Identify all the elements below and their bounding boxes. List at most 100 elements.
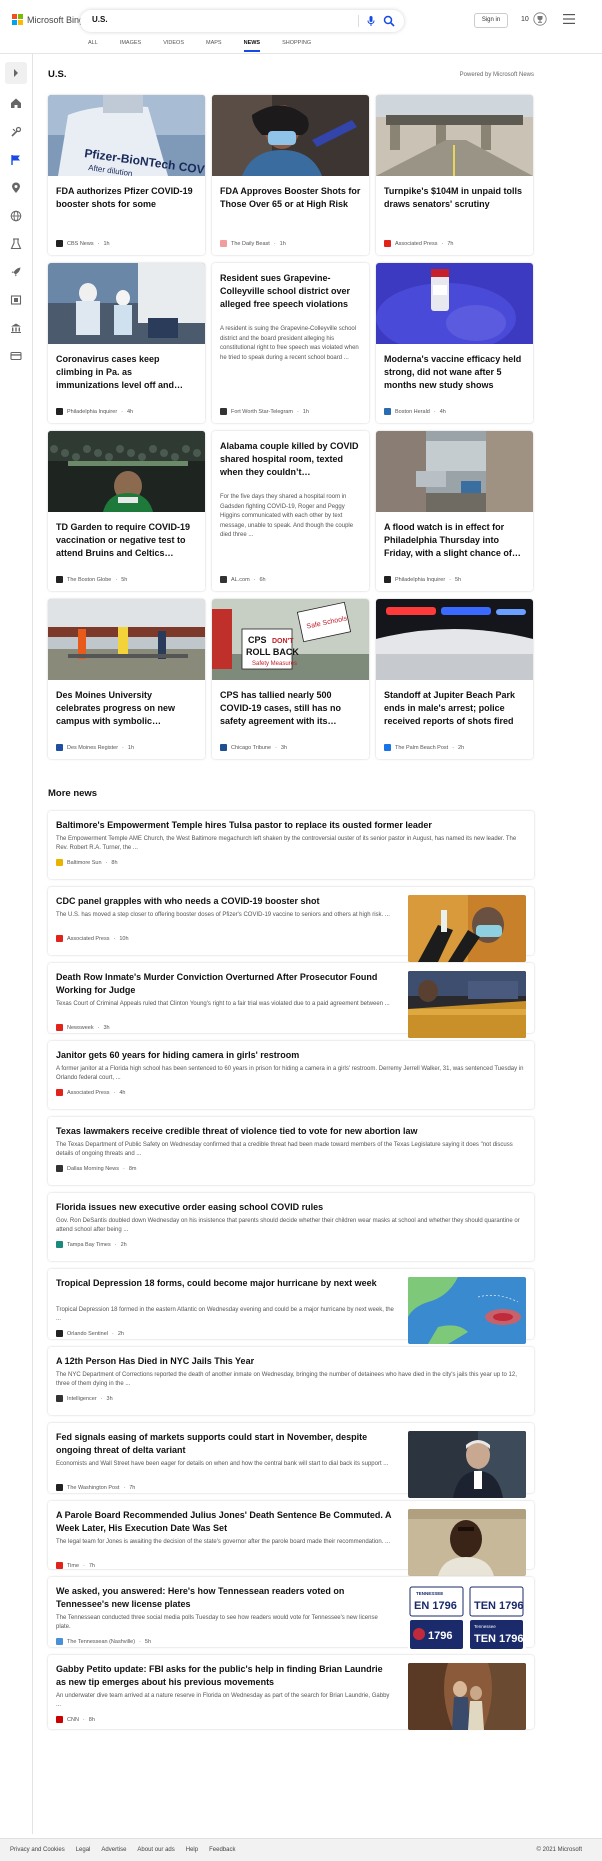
news-list-item[interactable]: Death Row Inmate's Murder Conviction Ove… <box>48 963 534 1038</box>
news-list-item-source[interactable]: CNN · 8h <box>56 1716 95 1723</box>
news-list-item-thumbnail[interactable] <box>408 971 526 1038</box>
news-card-image[interactable] <box>376 599 533 680</box>
tab-news[interactable]: NEWS <box>243 40 261 52</box>
news-card-source[interactable]: Philadelphia Inquirer · 4h <box>56 408 133 415</box>
mic-icon[interactable] <box>365 15 377 27</box>
news-card-source[interactable]: The Palm Beach Post · 2h <box>384 744 464 751</box>
news-card[interactable]: Standoff at Jupiter Beach Park ends in m… <box>376 599 533 759</box>
news-card-title[interactable]: FDA authorizes Pfizer COVID-19 booster s… <box>56 185 197 211</box>
news-list-item-source[interactable]: Tampa Bay Times · 2h <box>56 1241 127 1248</box>
news-card[interactable]: A flood watch is in effect for Philadelp… <box>376 431 533 591</box>
footer-link-legal[interactable]: Legal <box>76 1847 91 1853</box>
news-card-title[interactable]: Standoff at Jupiter Beach Park ends in m… <box>384 689 525 728</box>
news-list-item[interactable]: CDC panel grapples with who needs a COVI… <box>48 887 534 962</box>
news-card[interactable]: TD Garden to require COVID-19 vaccinatio… <box>48 431 205 591</box>
news-card-title[interactable]: Alabama couple killed by COVID shared ho… <box>220 440 361 479</box>
news-card-image[interactable] <box>48 599 205 680</box>
bank-icon[interactable] <box>10 322 22 334</box>
flag-icon[interactable] <box>10 154 22 166</box>
news-card[interactable]: Resident sues Grapevine-Colleyville scho… <box>212 263 369 423</box>
news-list-item[interactable]: Fed signals easing of markets supports c… <box>48 1423 534 1498</box>
news-list-item-title[interactable]: Baltimore's Empowerment Temple hires Tul… <box>56 819 526 832</box>
news-list-item[interactable]: Gabby Petito update: FBI asks for the pu… <box>48 1655 534 1730</box>
news-list-item-title[interactable]: Gabby Petito update: FBI asks for the pu… <box>56 1663 394 1689</box>
bing-logo[interactable]: Microsoft Bing <box>12 14 84 25</box>
news-card-source[interactable]: Fort Worth Star-Telegram · 1h <box>220 408 309 415</box>
news-list-item-title[interactable]: Tropical Depression 18 forms, could beco… <box>56 1277 394 1290</box>
news-card-title[interactable]: CPS has tallied nearly 500 COVID-19 case… <box>220 689 361 728</box>
news-card-source[interactable]: Des Moines Register · 1h <box>56 744 134 751</box>
location-icon[interactable] <box>10 182 22 194</box>
news-card[interactable]: Alabama couple killed by COVID shared ho… <box>212 431 369 591</box>
news-list-item-thumbnail[interactable] <box>408 1277 526 1344</box>
science-icon[interactable] <box>10 238 22 250</box>
tools-icon[interactable] <box>10 126 22 138</box>
news-card-image[interactable] <box>48 263 205 344</box>
news-list-item-source[interactable]: Associated Press · 10h <box>56 935 129 942</box>
card-icon[interactable] <box>10 350 22 362</box>
tab-videos[interactable]: VIDEOS <box>163 40 184 52</box>
news-list-item[interactable]: A Parole Board Recommended Julius Jones'… <box>48 1501 534 1576</box>
news-card-image[interactable] <box>212 95 369 176</box>
news-list-item-title[interactable]: Florida issues new executive order easin… <box>56 1201 526 1214</box>
news-card[interactable]: Moderna's vaccine efficacy held strong, … <box>376 263 533 423</box>
news-card-title[interactable]: Coronavirus cases keep climbing in Pa. a… <box>56 353 197 392</box>
news-card-title[interactable]: Moderna's vaccine efficacy held strong, … <box>384 353 525 392</box>
footer-link-advertise[interactable]: Advertise <box>101 1847 126 1853</box>
search-icon[interactable] <box>383 15 395 27</box>
news-list-item-source[interactable]: The Tennessean (Nashville) · 5h <box>56 1638 151 1645</box>
news-list-item-thumbnail[interactable]: TENNESSEE EN 1796 TEN 1796 1796 Tennesse… <box>408 1585 526 1652</box>
news-list-item[interactable]: Tropical Depression 18 forms, could beco… <box>48 1269 534 1344</box>
news-list-item-title[interactable]: A 12th Person Has Died in NYC Jails This… <box>56 1355 526 1368</box>
news-card-image[interactable]: Pfizer-BioNTech COV After dilution <box>48 95 205 176</box>
news-list-item-source[interactable]: Newsweek · 3h <box>56 1024 110 1031</box>
footer-link-about-our-ads[interactable]: About our ads <box>137 1847 174 1853</box>
news-list-item[interactable]: A 12th Person Has Died in NYC Jails This… <box>48 1347 534 1415</box>
news-card-image[interactable]: CPS DON'T ROLL BACK Safety Measures Safe… <box>212 599 369 680</box>
news-list-item-thumbnail[interactable] <box>408 895 526 962</box>
tab-shopping[interactable]: SHOPPING <box>282 40 311 52</box>
footer-link-help[interactable]: Help <box>186 1847 198 1853</box>
news-list-item-thumbnail[interactable] <box>408 1663 526 1730</box>
news-list-item-thumbnail[interactable] <box>408 1509 526 1576</box>
footer-link-privacy-and-cookies[interactable]: Privacy and Cookies <box>10 1847 65 1853</box>
news-card-source[interactable]: Chicago Tribune · 3h <box>220 744 287 751</box>
news-list-item-thumbnail[interactable] <box>408 1431 526 1498</box>
news-list-item[interactable]: Baltimore's Empowerment Temple hires Tul… <box>48 811 534 879</box>
home-icon[interactable] <box>10 97 22 109</box>
search-input[interactable] <box>92 15 292 24</box>
news-card-source[interactable]: Associated Press · 7h <box>384 240 453 247</box>
news-card-title[interactable]: TD Garden to require COVID-19 vaccinatio… <box>56 521 197 560</box>
search-box[interactable] <box>80 10 404 32</box>
news-list-item-title[interactable]: Death Row Inmate's Murder Conviction Ove… <box>56 971 394 997</box>
news-list-item[interactable]: Janitor gets 60 years for hiding camera … <box>48 1041 534 1109</box>
sidebar-toggle-button[interactable] <box>5 62 27 84</box>
news-list-item[interactable]: We asked, you answered: Here's how Tenne… <box>48 1577 534 1652</box>
news-card[interactable]: Turnpike's $104M in unpaid tolls draws s… <box>376 95 533 255</box>
news-list-item[interactable]: Florida issues new executive order easin… <box>48 1193 534 1261</box>
news-list-item-title[interactable]: A Parole Board Recommended Julius Jones'… <box>56 1509 394 1535</box>
film-icon[interactable] <box>10 294 22 306</box>
news-card-source[interactable]: Philadelphia Inquirer · 5h <box>384 576 461 583</box>
news-card-image[interactable] <box>376 263 533 344</box>
news-card-source[interactable]: AL.com · 6h <box>220 576 266 583</box>
news-list-item-title[interactable]: CDC panel grapples with who needs a COVI… <box>56 895 394 908</box>
news-card[interactable]: Coronavirus cases keep climbing in Pa. a… <box>48 263 205 423</box>
news-card[interactable]: CPS DON'T ROLL BACK Safety Measures Safe… <box>212 599 369 759</box>
news-card-source[interactable]: The Boston Globe · 5h <box>56 576 127 583</box>
news-card-title[interactable]: Des Moines University celebrates progres… <box>56 689 197 728</box>
news-card-title[interactable]: A flood watch is in effect for Philadelp… <box>384 521 525 560</box>
news-list-item-source[interactable]: Dallas Morning News · 8m <box>56 1165 136 1172</box>
tab-maps[interactable]: MAPS <box>206 40 222 52</box>
news-list-item-source[interactable]: Baltimore Sun · 8h <box>56 859 118 866</box>
news-card-source[interactable]: CBS News · 1h <box>56 240 110 247</box>
news-card-title[interactable]: Resident sues Grapevine-Colleyville scho… <box>220 272 361 311</box>
sign-in-button[interactable]: Sign in <box>474 13 508 28</box>
tab-all[interactable]: ALL <box>88 40 98 52</box>
news-list-item-title[interactable]: Texas lawmakers receive credible threat … <box>56 1125 526 1138</box>
news-card-image[interactable] <box>376 431 533 512</box>
news-list-item-source[interactable]: Intelligencer · 3h <box>56 1395 113 1402</box>
news-card-source[interactable]: The Daily Beast · 1h <box>220 240 286 247</box>
news-card[interactable]: FDA Approves Booster Shots for Those Ove… <box>212 95 369 255</box>
news-list-item-source[interactable]: Time · 7h <box>56 1562 95 1569</box>
